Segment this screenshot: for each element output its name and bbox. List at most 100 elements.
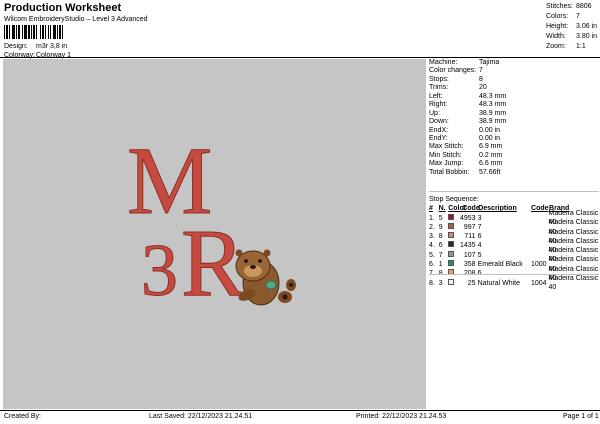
thread-code: 1435 [460, 242, 476, 250]
property-key: Machine: [429, 59, 458, 66]
property-row: Stops: 8 [429, 76, 599, 84]
property-key: Color changes: [429, 67, 477, 75]
thread-code-2: 1000 [530, 261, 547, 269]
color-swatch-cell [448, 250, 457, 260]
header-divider [0, 57, 600, 58]
otter-icon [235, 249, 296, 306]
machine-properties: Machine: Tajima Color changes: 7 Stops: 8 Trim… [429, 59, 599, 177]
table-divider [429, 274, 599, 275]
stop-number: 3. [429, 233, 435, 241]
property-row: Left: 48.3 mm [429, 93, 599, 101]
property-row: Down: 38.9 mm [429, 118, 599, 126]
color-swatch-cell [448, 213, 457, 223]
thread-description: 5 [477, 251, 482, 259]
property-key: EndY: [429, 134, 448, 142]
printed-date: Printed: 22/12/2023 21.24.53 [356, 413, 447, 420]
col-header: N. [438, 205, 446, 213]
property-key: Max Jump: [429, 160, 464, 168]
thread-description: 4 [477, 242, 482, 250]
stop-number: 4. [429, 242, 435, 250]
thread-brand: Madeira Classic 40 [548, 275, 599, 292]
thread-code: 711 [464, 233, 476, 241]
summary-value: 3.06 in [576, 23, 598, 30]
color-swatch [448, 250, 455, 257]
color-swatch-cell [448, 222, 457, 232]
properties-divider [429, 191, 599, 192]
color-swatch-cell [448, 278, 457, 288]
property-value: 57.66ft [479, 168, 501, 176]
thread-code: 358 [463, 261, 476, 269]
property-key: Left: [429, 92, 443, 100]
thread-description: Natural White [477, 279, 520, 287]
thread-code: 4953 [460, 214, 476, 222]
barcode [4, 25, 88, 39]
embroidery-design: M 3 R [127, 127, 296, 317]
color-swatch [448, 260, 455, 267]
stop-number: 8. [429, 279, 435, 287]
property-row: Up: 38.9 mm [429, 110, 599, 118]
summary-value: 7 [576, 13, 580, 20]
thread-code-2: 1004 [530, 279, 547, 287]
color-swatch-cell [448, 232, 457, 241]
stop-number: 2. [429, 223, 435, 231]
property-value: 6.6 mm [479, 160, 503, 168]
thread-description: Emerald Black [477, 261, 523, 269]
thread-description: 3 [477, 214, 482, 222]
monogram-digit-3: 3 [141, 230, 178, 312]
property-row: Trims: 20 [429, 84, 599, 92]
thread-code: 997 [463, 223, 476, 231]
color-swatch [448, 241, 455, 248]
property-key: Right: [429, 101, 448, 109]
property-value: 0.2 mm [479, 151, 503, 159]
table-row: 8. 3 25 Natural White 1004 Madeira Classic 40 [429, 275, 599, 291]
color-index: 1 [438, 261, 443, 269]
col-header: Code [462, 205, 480, 213]
property-value: 20 [479, 84, 487, 92]
color-swatch-cell [448, 241, 457, 250]
page-number: Page 1 of 1 [563, 413, 599, 420]
property-row: Right: 48.3 mm [429, 101, 599, 109]
thread-description: 7 [477, 223, 482, 231]
property-row: EndX: 0.00 in [429, 127, 599, 135]
design-value: m3r 3,8 in [36, 43, 68, 50]
property-row: Total Bobbin: 57.66ft [429, 169, 599, 177]
property-key: Trims: [429, 84, 449, 92]
property-key: Total Bobbin: [429, 168, 470, 176]
color-index: 8 [438, 233, 443, 241]
stop-sequence-label: Stop Sequence: [429, 196, 479, 203]
summary-key: Height: [546, 23, 569, 30]
property-key: Down: [429, 118, 449, 126]
footer: Created By: Last Saved: 22/12/2023 21.24… [0, 412, 600, 422]
stop-number: 1. [429, 214, 435, 222]
summary-value: 1:1 [576, 43, 586, 50]
property-key: EndX: [429, 126, 449, 134]
col-header: Color [448, 205, 467, 213]
color-index: 3 [438, 279, 443, 287]
property-value: 38.9 mm [479, 109, 507, 117]
design-preview: M 3 R [3, 59, 426, 409]
property-value: 0.00 in [479, 126, 501, 134]
color-index: 6 [438, 242, 443, 250]
monogram-letter-r: R [181, 209, 245, 316]
created-by: Created By: [4, 413, 41, 420]
color-swatch [448, 232, 455, 239]
color-index: 5 [438, 214, 443, 222]
thread-description: 6 [477, 233, 482, 241]
property-key: Stops: [429, 75, 449, 83]
footer-divider [0, 410, 600, 411]
property-value: 48.3 mm [479, 101, 507, 109]
summary-value: 8806 [576, 3, 592, 10]
summary-key: Width: [546, 33, 566, 40]
color-swatch-cell [448, 260, 457, 269]
color-swatch [448, 278, 455, 285]
thread-code: 107 [463, 251, 476, 259]
property-value: Tajima [479, 59, 500, 66]
property-value: 38.9 mm [479, 118, 507, 126]
color-swatch [448, 213, 455, 220]
summary-key: Zoom: [546, 43, 566, 50]
property-row: Color changes: 7 [429, 67, 599, 75]
summary-key: Stitches: [546, 3, 573, 10]
thread-code: 25 [467, 279, 476, 287]
col-header: # [429, 205, 433, 213]
worksheet-title: Production Worksheet [4, 2, 122, 14]
